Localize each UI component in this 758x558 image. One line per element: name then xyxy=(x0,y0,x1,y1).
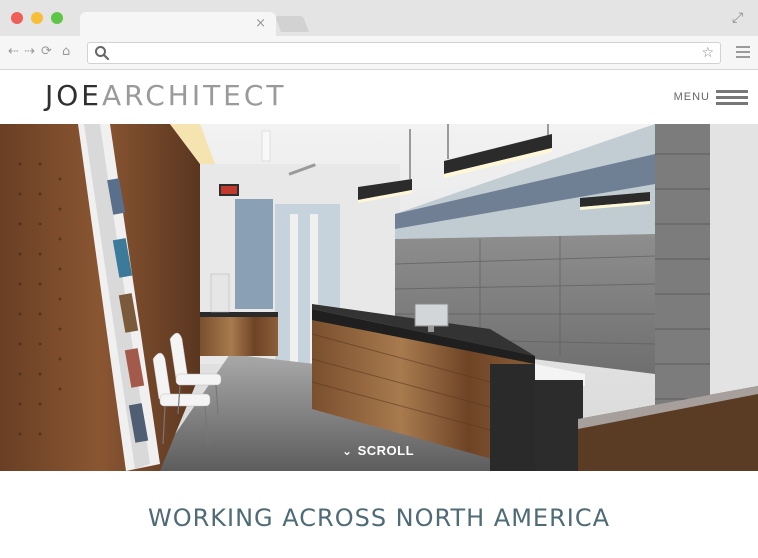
address-bar[interactable]: ☆ xyxy=(87,42,721,64)
scroll-label: SCROLL xyxy=(357,443,415,458)
site-menu-button[interactable]: MENU xyxy=(674,86,748,108)
browser-chrome: × ⤢ ⇠ ⇢ ⟳ ⌂ ☆ xyxy=(0,0,758,70)
logo-primary: JOE xyxy=(45,79,102,112)
hamburger-icon xyxy=(716,87,748,108)
close-window-button[interactable] xyxy=(11,12,23,24)
star-icon[interactable]: ☆ xyxy=(701,45,714,61)
hero-illustration xyxy=(0,124,758,471)
site-menu-label: MENU xyxy=(673,91,710,103)
logo-secondary: ARCHITECT xyxy=(102,79,287,112)
browser-tab[interactable]: × xyxy=(80,12,276,36)
fullscreen-icon[interactable]: ⤢ xyxy=(732,10,748,26)
maximize-window-button[interactable] xyxy=(51,12,63,24)
new-tab-button[interactable] xyxy=(275,16,309,32)
hero-image: ⌄ SCROLL xyxy=(0,124,758,471)
double-chevron-down-icon: ⌄ xyxy=(342,443,353,458)
site-header: JOEARCHITECT MENU xyxy=(0,70,758,124)
minimize-window-button[interactable] xyxy=(31,12,43,24)
tab-close-icon[interactable]: × xyxy=(255,16,266,32)
scroll-indicator[interactable]: ⌄ SCROLL xyxy=(342,443,414,458)
home-icon[interactable]: ⌂ xyxy=(62,44,70,60)
browser-menu-icon[interactable] xyxy=(736,46,750,61)
back-arrow-icon[interactable]: ⇠ xyxy=(8,44,19,60)
site-logo[interactable]: JOEARCHITECT xyxy=(45,81,287,111)
forward-arrow-icon[interactable]: ⇢ xyxy=(24,44,35,60)
browser-toolbar: ⇠ ⇢ ⟳ ⌂ ☆ xyxy=(0,36,758,70)
search-icon xyxy=(95,46,110,61)
browser-titlebar: × ⤢ xyxy=(0,0,758,36)
reload-icon[interactable]: ⟳ xyxy=(41,44,52,60)
page-headline: WORKING ACROSS NORTH AMERICA xyxy=(147,504,611,532)
